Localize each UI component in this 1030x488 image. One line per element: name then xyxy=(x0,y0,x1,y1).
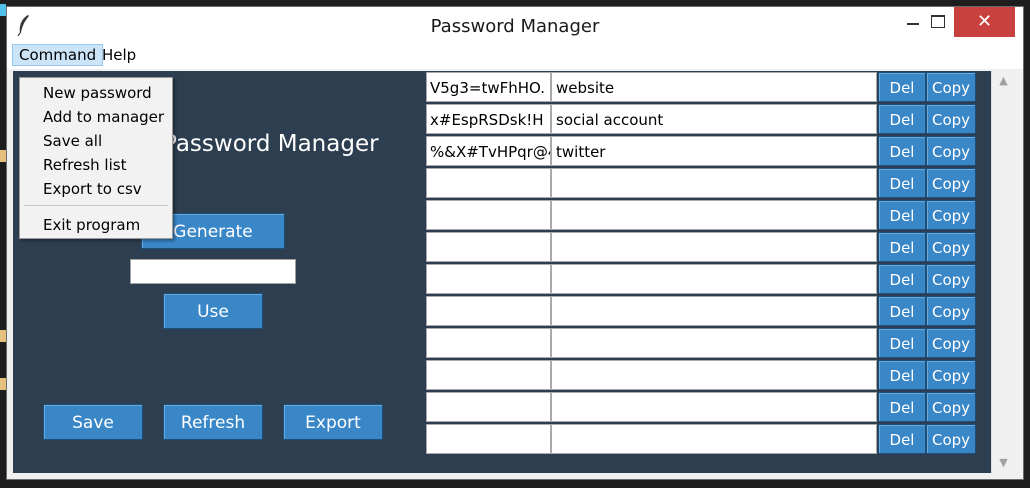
site-cell[interactable] xyxy=(551,232,877,262)
copy-button[interactable]: Copy xyxy=(926,296,976,326)
save-button[interactable]: Save xyxy=(43,404,143,440)
menu-command[interactable]: Command xyxy=(12,44,104,66)
table-row: Del Copy xyxy=(426,295,992,327)
delete-button[interactable]: Del xyxy=(878,72,926,102)
menu-separator xyxy=(24,205,168,206)
close-icon: ✕ xyxy=(976,11,993,32)
delete-button[interactable]: Del xyxy=(878,136,926,166)
menu-help[interactable]: Help xyxy=(96,44,142,66)
site-cell[interactable]: website xyxy=(551,72,877,102)
menu-item-new-password[interactable]: New password xyxy=(21,81,171,105)
site-cell[interactable] xyxy=(551,168,877,198)
site-cell[interactable] xyxy=(551,360,877,390)
password-cell[interactable] xyxy=(426,232,551,262)
table-row: x#EspRSDsk!H social account Del Copy xyxy=(426,103,992,135)
copy-button[interactable]: Copy xyxy=(926,200,976,230)
command-menu-dropdown: New password Add to manager Save all Ref… xyxy=(19,77,173,239)
password-cell[interactable] xyxy=(426,360,551,390)
site-cell[interactable] xyxy=(551,392,877,422)
table-row: Del Copy xyxy=(426,199,992,231)
delete-button[interactable]: Del xyxy=(878,264,926,294)
menu-item-export-csv[interactable]: Export to csv xyxy=(21,177,171,201)
delete-button[interactable]: Del xyxy=(878,360,926,390)
table-row: %&X#TvHPqr@4 twitter Del Copy xyxy=(426,135,992,167)
copy-button[interactable]: Copy xyxy=(926,104,976,134)
delete-button[interactable]: Del xyxy=(878,200,926,230)
delete-button[interactable]: Del xyxy=(878,232,926,262)
scroll-up-icon[interactable]: ▲ xyxy=(992,71,1015,91)
table-row: Del Copy xyxy=(426,423,992,455)
menu-item-refresh-list[interactable]: Refresh list xyxy=(21,153,171,177)
copy-button[interactable]: Copy xyxy=(926,328,976,358)
password-cell[interactable]: x#EspRSDsk!H xyxy=(426,104,551,134)
copy-button[interactable]: Copy xyxy=(926,168,976,198)
password-manager-window: Password Manager ✕ Command Help Password… xyxy=(6,6,1024,480)
copy-button[interactable]: Copy xyxy=(926,424,976,454)
site-cell[interactable] xyxy=(551,200,877,230)
password-cell[interactable] xyxy=(426,264,551,294)
app-heading: Password Manager xyxy=(163,131,379,157)
site-cell[interactable] xyxy=(551,264,877,294)
password-cell[interactable]: V5g3=twFhHO. xyxy=(426,72,551,102)
use-button[interactable]: Use xyxy=(163,293,263,329)
password-cell[interactable] xyxy=(426,392,551,422)
scroll-down-icon[interactable]: ▼ xyxy=(992,453,1015,473)
vertical-scrollbar[interactable]: ▲ ▼ xyxy=(991,71,1015,473)
table-row: Del Copy xyxy=(426,263,992,295)
export-button[interactable]: Export xyxy=(283,404,383,440)
delete-button[interactable]: Del xyxy=(878,392,926,422)
maximize-icon xyxy=(931,15,945,28)
password-cell[interactable] xyxy=(426,200,551,230)
copy-button[interactable]: Copy xyxy=(926,264,976,294)
delete-button[interactable]: Del xyxy=(878,168,926,198)
table-row: Del Copy xyxy=(426,391,992,423)
site-cell[interactable] xyxy=(551,424,877,454)
table-row: Del Copy xyxy=(426,359,992,391)
copy-button[interactable]: Copy xyxy=(926,136,976,166)
password-entry[interactable] xyxy=(130,259,296,284)
delete-button[interactable]: Del xyxy=(878,104,926,134)
password-cell[interactable]: %&X#TvHPqr@4 xyxy=(426,136,551,166)
refresh-button[interactable]: Refresh xyxy=(163,404,263,440)
site-cell[interactable] xyxy=(551,328,877,358)
window-title: Password Manager xyxy=(430,16,600,37)
delete-button[interactable]: Del xyxy=(878,424,926,454)
delete-button[interactable]: Del xyxy=(878,328,926,358)
menu-item-add-to-manager[interactable]: Add to manager xyxy=(21,105,171,129)
password-cell[interactable] xyxy=(426,328,551,358)
password-cell[interactable] xyxy=(426,296,551,326)
table-row: V5g3=twFhHO. website Del Copy xyxy=(426,71,992,103)
copy-button[interactable]: Copy xyxy=(926,72,976,102)
site-cell[interactable] xyxy=(551,296,877,326)
site-cell[interactable]: social account xyxy=(551,104,877,134)
copy-button[interactable]: Copy xyxy=(926,360,976,390)
password-list-panel: V5g3=twFhHO. website Del Copy x#EspRSDsk!H so… xyxy=(417,71,991,473)
menu-bar: Command Help xyxy=(7,43,1023,69)
menu-item-save-all[interactable]: Save all xyxy=(21,129,171,153)
minimize-icon xyxy=(907,23,919,25)
password-cell[interactable] xyxy=(426,424,551,454)
close-button[interactable]: ✕ xyxy=(954,7,1015,37)
copy-button[interactable]: Copy xyxy=(926,232,976,262)
title-bar[interactable]: Password Manager ✕ xyxy=(7,7,1023,43)
table-row: Del Copy xyxy=(426,231,992,263)
delete-button[interactable]: Del xyxy=(878,296,926,326)
table-row: Del Copy xyxy=(426,327,992,359)
password-cell[interactable] xyxy=(426,168,551,198)
table-row: Del Copy xyxy=(426,167,992,199)
site-cell[interactable]: twitter xyxy=(551,136,877,166)
copy-button[interactable]: Copy xyxy=(926,392,976,422)
menu-item-exit-program[interactable]: Exit program xyxy=(21,213,171,237)
